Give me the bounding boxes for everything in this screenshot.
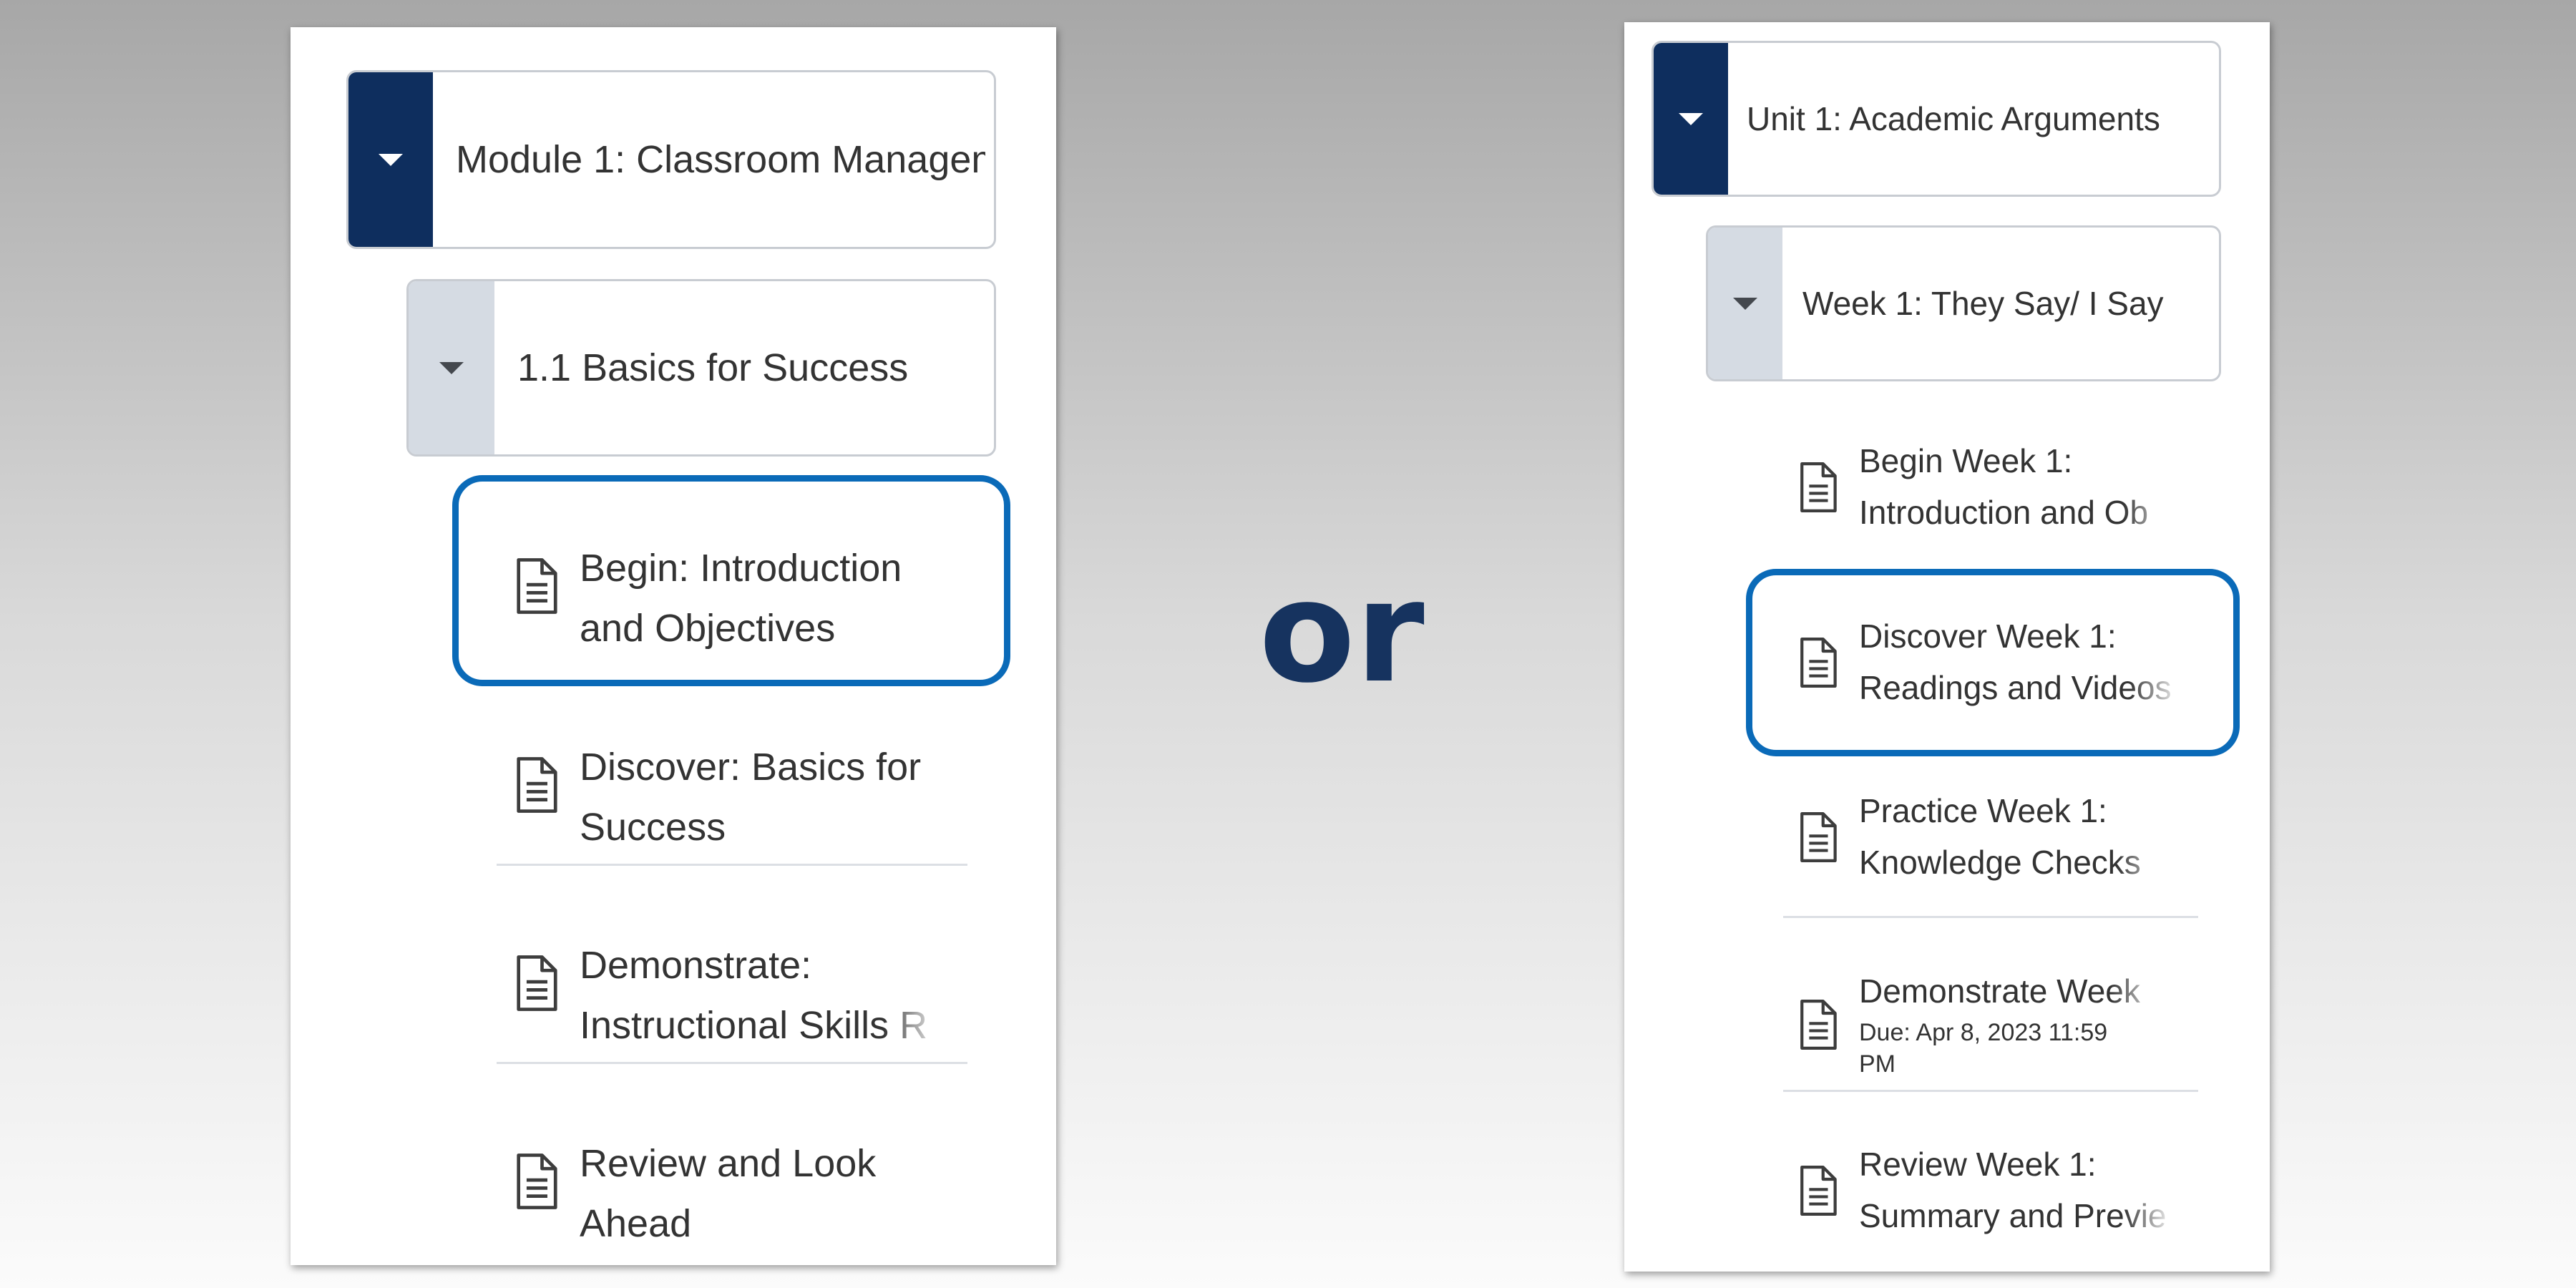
document-icon xyxy=(517,558,557,614)
list-item-discover-week-1[interactable]: Discover Week 1: Readings and Videos xyxy=(1789,609,2218,716)
module-1-title: Module 1: Classroom Management Part I xyxy=(456,138,985,181)
unit-collapse-toggle[interactable] xyxy=(1654,43,1728,195)
list-item-label: Discover: Basics for Success xyxy=(580,746,922,849)
section-collapse-toggle[interactable] xyxy=(409,281,494,454)
list-divider xyxy=(497,864,967,866)
list-item-label: Discover Week 1: Readings and Videos xyxy=(1859,618,2172,706)
list-item-label: Review and Look Ahead xyxy=(580,1142,877,1245)
list-item-demonstrate-week-1[interactable]: Demonstrate Week Due: Apr 8, 2023 11:59 … xyxy=(1789,964,2218,1085)
caret-down-icon xyxy=(439,361,464,374)
list-item-discover-basics[interactable]: Discover: Basics for Success xyxy=(505,727,1006,849)
list-item-review-week-1[interactable]: Review Week 1: Summary and Previe xyxy=(1789,1137,2218,1244)
list-item-practice-week-1[interactable]: Practice Week 1: Knowledge Checks xyxy=(1789,784,2218,891)
unit-1-header[interactable]: Unit 1: Academic Arguments xyxy=(1652,41,2221,197)
module-1-header[interactable]: Module 1: Classroom Management Part I xyxy=(346,70,996,249)
list-item-begin-introduction[interactable]: Begin: Introduction and Objectives xyxy=(505,528,1006,650)
module-collapse-toggle[interactable] xyxy=(348,72,433,247)
section-1-1-header[interactable]: 1.1 Basics for Success xyxy=(406,279,996,457)
list-item-label: Begin Week 1: Introduction and Ob xyxy=(1859,442,2149,531)
right-course-outline: Unit 1: Academic Arguments Week 1: They … xyxy=(1624,22,2270,1272)
list-divider xyxy=(1783,1090,2198,1092)
document-icon xyxy=(517,1153,557,1209)
caret-down-icon xyxy=(1679,112,1703,125)
document-icon xyxy=(1800,999,1837,1050)
section-1-1-title: 1.1 Basics for Success xyxy=(517,346,909,389)
caret-down-icon xyxy=(379,153,403,166)
or-separator-text: or xyxy=(1259,551,1425,714)
document-icon xyxy=(1800,462,1837,513)
unit-1-title: Unit 1: Academic Arguments xyxy=(1747,100,2160,137)
week-1-header[interactable]: Week 1: They Say/ I Say xyxy=(1706,225,2221,381)
list-divider xyxy=(1783,916,2198,918)
week-1-title: Week 1: They Say/ I Say xyxy=(1802,285,2164,322)
list-item-label: Demonstrate: Instructional Skills R xyxy=(580,944,928,1047)
document-icon xyxy=(517,757,557,813)
list-item-begin-week-1[interactable]: Begin Week 1: Introduction and Ob xyxy=(1789,434,2218,541)
week-collapse-toggle[interactable] xyxy=(1708,228,1782,379)
document-icon xyxy=(517,955,557,1011)
list-item-demonstrate-instructional[interactable]: Demonstrate: Instructional Skills R xyxy=(505,925,1006,1047)
list-item-label: Demonstrate Week xyxy=(1859,972,2140,1010)
caret-down-icon xyxy=(1733,297,1757,310)
list-item-label: Begin: Introduction and Objectives xyxy=(580,547,902,650)
document-icon xyxy=(1800,811,1837,863)
list-item-label: Practice Week 1: Knowledge Checks xyxy=(1859,792,2141,881)
list-item-label: Review Week 1: Summary and Previe xyxy=(1859,1146,2167,1234)
list-item-review-look-ahead[interactable]: Review and Look Ahead xyxy=(505,1123,1006,1245)
list-divider xyxy=(497,1062,967,1064)
document-icon xyxy=(1800,637,1837,688)
document-icon xyxy=(1800,1165,1837,1216)
left-course-outline: Module 1: Classroom Management Part I 1.… xyxy=(291,27,1056,1265)
due-date-text: Due: Apr 8, 2023 11:59 PM xyxy=(1859,1019,2108,1078)
